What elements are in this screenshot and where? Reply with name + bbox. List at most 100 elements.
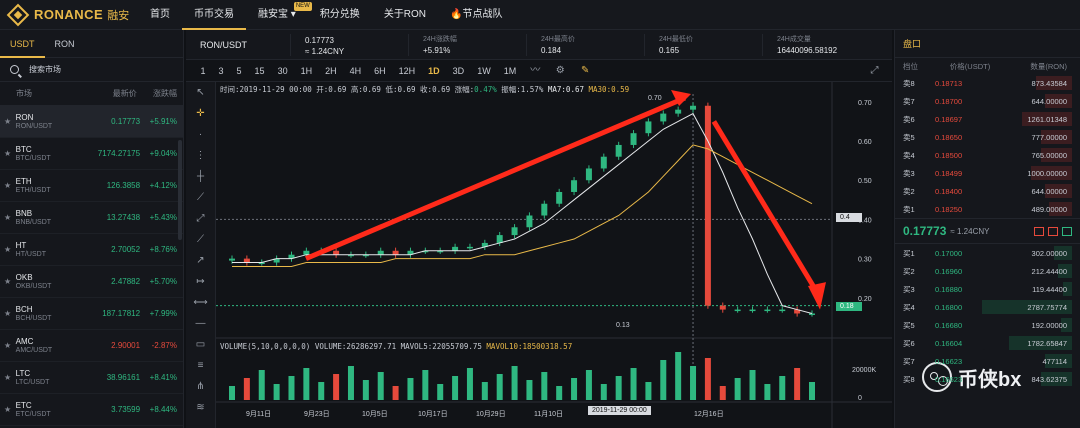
bid-row[interactable]: 买5 0.16680 192.00000 (895, 316, 1080, 334)
star-icon[interactable]: ★ (4, 277, 16, 286)
ask-row[interactable]: 卖6 0.18697 1261.01348 (895, 110, 1080, 128)
candle-body (630, 133, 637, 145)
market-list-header: 市场 最新价 涨跌幅 (0, 82, 183, 106)
ask-row[interactable]: 卖1 0.18250 489.00000 (895, 200, 1080, 218)
nav-ronancebao[interactable]: 融安宝 ▾ NEW (246, 0, 312, 30)
interval-4h[interactable]: 4H (350, 66, 362, 76)
tab-usdt[interactable]: USDT (0, 30, 45, 58)
col-ob-qty: 数量(RON) (1030, 61, 1067, 71)
view-bids-icon[interactable] (1062, 226, 1072, 236)
interval-12h[interactable]: 12H (399, 66, 416, 76)
ticker-high-value: 0.184 (541, 45, 562, 55)
ob-price: 0.18250 (935, 204, 963, 214)
market-row-okb[interactable]: ★ OKB OKB/USDT 2.47882 +5.70% (0, 266, 183, 298)
brand-name: RONANCE (34, 7, 104, 22)
market-row-btc[interactable]: ★ BTC BTC/USDT 7174.27175 +9.04% (0, 138, 183, 170)
view-both-icon[interactable] (1034, 226, 1044, 236)
market-row-ltc[interactable]: ★ LTC LTC/USDT 38.96161 +8.41% (0, 362, 183, 394)
nav-points-exchange[interactable]: 积分兑换 (308, 0, 372, 30)
interval-1m[interactable]: 1M (504, 66, 517, 76)
market-row-eth[interactable]: ★ ETH ETH/USDT 126.3858 +4.12% (0, 170, 183, 202)
interval-3[interactable]: 3 (219, 66, 224, 76)
star-icon[interactable]: ★ (4, 117, 16, 126)
interval-2h[interactable]: 2H (325, 66, 337, 76)
star-icon[interactable]: ★ (4, 149, 16, 158)
star-icon[interactable]: ★ (4, 341, 16, 350)
bid-row[interactable]: 买4 0.16800 2787.75774 (895, 298, 1080, 316)
bid-row[interactable]: 买6 0.16604 1782.65847 (895, 334, 1080, 352)
market-price: 2.70052 (111, 245, 141, 254)
market-pair: ETH/USDT (15, 187, 51, 194)
interval-5[interactable]: 5 (237, 66, 242, 76)
market-row-ht[interactable]: ★ HT HT/USDT 2.70052 +8.76% (0, 234, 183, 266)
bid-row[interactable]: 买2 0.16960 212.44400 (895, 262, 1080, 280)
market-change: +5.43% (149, 213, 177, 222)
interval-15[interactable]: 15 (255, 66, 265, 76)
col-price[interactable]: 最新价 (89, 88, 137, 99)
nav-spot-trading[interactable]: 币币交易 (182, 0, 246, 30)
candle-body (809, 313, 815, 315)
market-name: LTC (15, 369, 31, 378)
col-market[interactable]: 市场 (16, 88, 89, 99)
pencil-icon[interactable]: ✎ (580, 65, 591, 76)
market-row-etc[interactable]: ★ ETC ETC/USDT 3.73599 +8.44% (0, 394, 183, 426)
market-name-cell: BCH BCH/USDT (16, 305, 94, 322)
ask-row[interactable]: 卖2 0.18400 644.00000 (895, 182, 1080, 200)
nav-home[interactable]: 首页 (138, 0, 182, 30)
market-price: 38.96161 (106, 373, 141, 382)
high-annotation: 0.70 (648, 95, 662, 102)
search-input[interactable]: 搜索市场 (29, 64, 61, 75)
interval-6h[interactable]: 6H (374, 66, 386, 76)
market-list-scrollbar[interactable] (178, 140, 182, 240)
star-icon[interactable]: ★ (4, 309, 16, 318)
interval-1d[interactable]: 1D (428, 66, 440, 76)
market-row-bnb[interactable]: ★ BNB BNB/USDT 13.27438 +5.43% (0, 202, 183, 234)
nav-about-ron[interactable]: 关于RON (372, 0, 438, 30)
interval-1h[interactable]: 1H (301, 66, 313, 76)
brand-logo[interactable]: RONANCE 融安 (6, 3, 138, 26)
price-chart[interactable]: 0.700.600.500.400.300.2020000K09月11日 9月23… (186, 82, 892, 428)
ask-row[interactable]: 卖5 0.18650 777.00000 (895, 128, 1080, 146)
market-row-ron[interactable]: ★ RON RON/USDT 0.17773 +5.91% (0, 106, 183, 138)
bid-row[interactable]: 买3 0.16880 119.44400 (895, 280, 1080, 298)
col-change[interactable]: 涨跌幅 (137, 88, 177, 99)
market-row-amc[interactable]: ★ AMC AMC/USDT 2.90001 -2.87% (0, 330, 183, 362)
ob-price: 0.16604 (935, 338, 963, 348)
interval-1w[interactable]: 1W (477, 66, 491, 76)
volume-bar (422, 370, 429, 400)
ask-row[interactable]: 卖3 0.18499 1000.00000 (895, 164, 1080, 182)
interval-3d[interactable]: 3D (453, 66, 465, 76)
star-icon[interactable]: ★ (4, 213, 16, 222)
volume-bar (481, 382, 488, 400)
ask-row[interactable]: 卖8 0.18713 873.43584 (895, 74, 1080, 92)
volume-bar (556, 386, 563, 400)
chart-type-icon[interactable]: 〰 (530, 65, 541, 76)
ask-row[interactable]: 卖4 0.18500 765.00000 (895, 146, 1080, 164)
market-row-bch[interactable]: ★ BCH BCH/USDT 187.17812 +7.99% (0, 298, 183, 330)
star-icon[interactable]: ★ (4, 405, 16, 414)
search-icon (10, 65, 19, 74)
volume-bar (318, 382, 325, 400)
ask-row[interactable]: 卖7 0.18700 644.00000 (895, 92, 1080, 110)
bid-row[interactable]: 买1 0.17000 302.00000 (895, 244, 1080, 262)
star-icon[interactable]: ★ (4, 245, 16, 254)
crosshair-time-label: 2019-11-29 00:00 (588, 406, 651, 415)
col-level: 档位 (903, 61, 918, 71)
interval-1[interactable]: 1 (201, 66, 206, 76)
orderbook-title[interactable]: 盘口 (895, 30, 1080, 58)
nav-node-team[interactable]: 🔥节点战队 (438, 0, 514, 30)
vol-legend-mavol10: MAVOL10:18500318.57 (486, 342, 573, 351)
market-name: BCH (15, 305, 33, 314)
interval-30[interactable]: 30 (278, 66, 288, 76)
star-icon[interactable]: ★ (4, 181, 16, 190)
settings-icon[interactable]: ⚙ (555, 65, 566, 76)
star-icon[interactable]: ★ (4, 373, 16, 382)
view-asks-icon[interactable] (1048, 226, 1058, 236)
candle-body (496, 235, 503, 243)
candle-body (704, 105, 711, 306)
ob-price: 0.16623 (935, 374, 963, 384)
tab-ron[interactable]: RON (45, 30, 85, 58)
fullscreen-icon[interactable]: ⤢ (869, 65, 880, 76)
market-search[interactable]: 搜索市场 (0, 58, 183, 82)
ticker-pair: RON/USDT (200, 39, 247, 50)
